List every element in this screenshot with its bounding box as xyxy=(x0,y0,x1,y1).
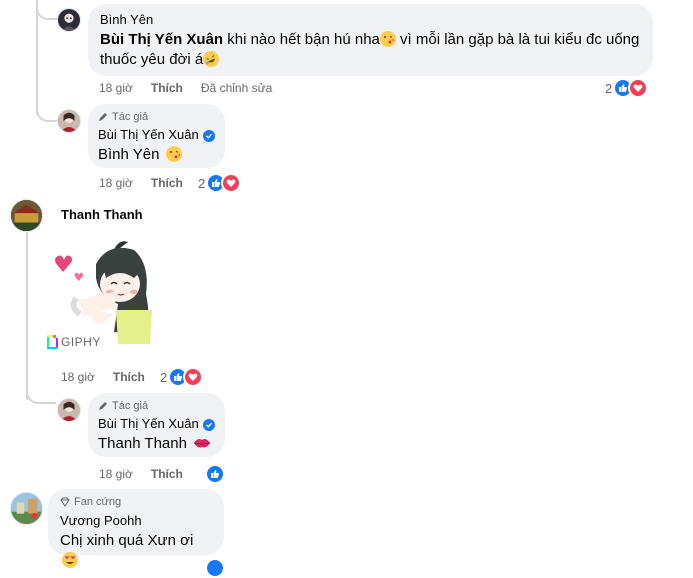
badge-label: Tác giả xyxy=(112,400,149,412)
badge-label: Tác giả xyxy=(112,111,149,123)
comment-text-part: Thanh Thanh xyxy=(98,435,187,452)
badge-label: Fan cứng xyxy=(74,496,122,508)
rofl-emoji-icon xyxy=(200,48,222,70)
verified-icon xyxy=(202,419,215,431)
comment-author[interactable]: Thanh Thanh xyxy=(61,207,143,223)
comment-text-part: vì mỗi lần gặp bà là tui kiểu đc uống xyxy=(395,31,640,48)
author-badge: Tác giả xyxy=(98,110,215,124)
reaction-summary[interactable]: 2 xyxy=(160,367,204,387)
comment-bubble: Tác giả Bùi Thị Yến Xuân Thanh Thanh xyxy=(88,393,225,457)
comment-bubble: Fan cứng Vương Poohh Chị xinh quá Xưn ơi xyxy=(48,489,224,568)
love-icon xyxy=(628,78,649,98)
giphy-icon xyxy=(47,335,58,349)
edited-label[interactable]: Đã chỉnh sửa xyxy=(201,81,272,95)
heart-eyes-emoji-icon xyxy=(62,552,78,568)
reaction-count: 2 xyxy=(160,369,168,385)
reaction-summary[interactable]: 2 xyxy=(605,78,649,98)
like-button[interactable]: Thích xyxy=(113,370,145,384)
love-icon xyxy=(183,367,204,387)
comment-time[interactable]: 18 giờ xyxy=(99,467,133,481)
kiss-emoji-icon xyxy=(379,31,396,47)
comment-text-part: Bình Yên xyxy=(98,146,160,163)
reaction-count: 2 xyxy=(198,175,206,191)
verified-icon xyxy=(202,130,215,142)
diamond-icon xyxy=(60,497,70,507)
comment-time[interactable]: 18 giờ xyxy=(99,176,133,190)
comment-author[interactable]: Bình Yên xyxy=(100,12,641,28)
author-name[interactable]: Bùi Thị Yến Xuân xyxy=(98,416,199,431)
mention-link[interactable]: Bùi Thị Yến Xuân xyxy=(100,31,223,48)
giphy-label: GIPHY xyxy=(61,335,101,349)
like-button[interactable]: Thích xyxy=(151,176,183,190)
kiss-lips-icon xyxy=(194,439,211,448)
reaction-summary[interactable] xyxy=(205,464,225,484)
like-button[interactable]: Thích xyxy=(151,81,183,95)
pen-icon xyxy=(99,113,107,121)
avatar[interactable] xyxy=(10,492,43,525)
comment-text: Thanh Thanh xyxy=(98,434,215,454)
avatar[interactable] xyxy=(57,8,81,32)
comment-author[interactable]: Vương Poohh xyxy=(60,513,212,529)
comment-text: Bùi Thị Yến Xuân khi nào hết bận hú nha … xyxy=(100,30,641,70)
pen-icon xyxy=(99,402,107,410)
reaction-summary[interactable]: 2 xyxy=(198,173,242,193)
thread-connector xyxy=(36,0,38,115)
giphy-attribution[interactable]: GIPHY xyxy=(47,335,101,349)
like-icon[interactable] xyxy=(205,558,225,578)
kiss-emoji-icon xyxy=(165,146,182,162)
comment-time[interactable]: 18 giờ xyxy=(99,81,133,95)
comment-text: Bình Yên xyxy=(98,145,215,165)
comment-author[interactable]: Bùi Thị Yến Xuân xyxy=(98,416,215,432)
thread-connector xyxy=(26,380,56,404)
comment-meta: 18 giờ Thích xyxy=(99,176,201,190)
comment-meta: 18 giờ Thích xyxy=(61,370,163,384)
author-name[interactable]: Bùi Thị Yến Xuân xyxy=(98,127,199,142)
author-badge: Tác giả xyxy=(98,399,215,413)
comment-text-part: thuốc yêu đời á xyxy=(100,51,204,68)
avatar[interactable] xyxy=(57,398,81,422)
comment-meta: 18 giờ Thích xyxy=(99,467,201,481)
avatar[interactable] xyxy=(10,199,43,232)
comment-meta: 18 giờ Thích Đã chỉnh sửa xyxy=(99,81,290,95)
like-button[interactable]: Thích xyxy=(151,467,183,481)
like-icon xyxy=(205,464,225,484)
gif-sticker[interactable] xyxy=(48,234,160,346)
comment-text-part: khi nào hết bận hú nha xyxy=(223,31,380,48)
avatar[interactable] xyxy=(57,109,81,133)
thread-connector xyxy=(26,232,28,400)
comment-author[interactable]: Bùi Thị Yến Xuân xyxy=(98,127,215,143)
thread-connector xyxy=(36,0,58,20)
thread-connector xyxy=(36,100,58,122)
fan-badge: Fan cứng xyxy=(60,495,212,509)
comment-text: Chị xinh quá Xưn ơi xyxy=(60,531,212,571)
comment-time[interactable]: 18 giờ xyxy=(61,370,95,384)
comment-bubble: Tác giả Bùi Thị Yến Xuân Bình Yên xyxy=(88,104,225,168)
love-icon xyxy=(221,173,242,193)
comment-text-part: Chị xinh quá Xưn ơi xyxy=(60,532,194,549)
reaction-count: 2 xyxy=(605,80,613,96)
comment-bubble: Bình Yên Bùi Thị Yến Xuân khi nào hết bậ… xyxy=(88,4,653,76)
